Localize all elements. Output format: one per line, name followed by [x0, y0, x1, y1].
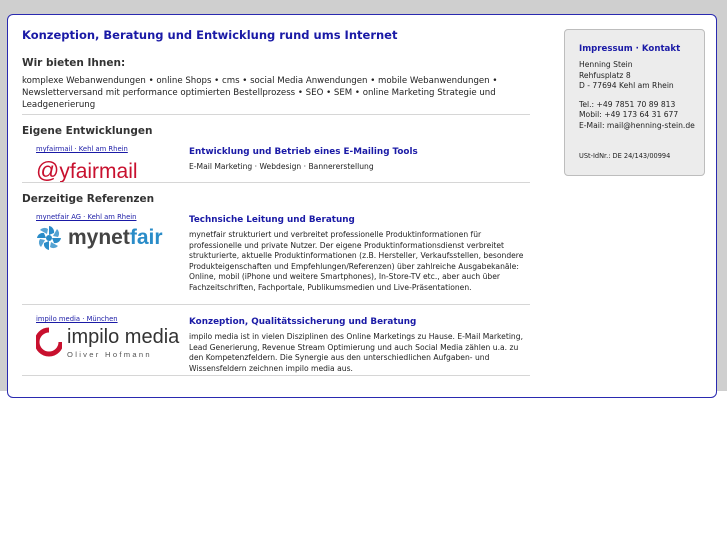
references-heading: Derzeitige Referenzen — [22, 193, 155, 205]
impilo-ring-icon — [36, 327, 62, 357]
divider — [22, 114, 530, 115]
entry-myfairmail: myfairmail · Kehl am Rhein @yfairmail En… — [22, 145, 530, 185]
content-card: Konzeption, Beratung und Entwicklung run… — [7, 14, 717, 398]
divider — [22, 304, 530, 305]
offer-heading: Wir bieten Ihnen: — [22, 57, 126, 69]
myfairmail-logo[interactable]: @yfairmail — [36, 157, 138, 184]
contact-details: Henning Stein Rehfusplatz 8 D - 77694 Ke… — [579, 60, 701, 132]
contact-sidebar: Impressum · Kontakt Henning Stein Rehfus… — [564, 29, 705, 176]
impilo-media-logo[interactable]: impilo media Oliver Hofmann — [36, 327, 179, 359]
entry-description: mynetfair strukturiert und verbreitet pr… — [189, 230, 524, 292]
own-developments-heading: Eigene Entwicklungen — [22, 125, 153, 137]
mynetfair-logo[interactable]: mynetfair — [36, 225, 163, 251]
contact-city: D - 77694 Kehl am Rhein — [579, 81, 674, 91]
contact-email[interactable]: E-Mail: mail@henning-stein.de — [579, 121, 701, 132]
contact-phone: Tel.: +49 7851 70 89 813 — [579, 99, 676, 109]
entry-title: Konzeption, Qualitätssicherung und Berat… — [189, 317, 417, 327]
offer-text: komplexe Webanwendungen • online Shops •… — [22, 76, 498, 110]
entry-description: impilo media ist in vielen Disziplinen d… — [189, 332, 523, 373]
vat-id: USt-IdNr.: DE 24/143/00994 — [579, 152, 671, 160]
divider — [22, 182, 530, 183]
imprint-contact-title: Impressum · Kontakt — [579, 44, 681, 54]
divider — [22, 375, 530, 376]
contact-mobile: Mobil: +49 173 64 31 677 — [579, 110, 679, 120]
entry-description: E-Mail Marketing · Webdesign · Bannerers… — [189, 162, 374, 171]
entry-source-link[interactable]: mynetfair AG · Kehl am Rhein — [36, 213, 137, 221]
page-title: Konzeption, Beratung und Entwicklung run… — [22, 28, 398, 42]
contact-street: Rehfusplatz 8 — [579, 70, 631, 80]
entry-title: Entwicklung und Betrieb eines E-Mailing … — [189, 147, 418, 157]
contact-name: Henning Stein — [579, 60, 633, 69]
entry-source-link[interactable]: impilo media · München — [36, 315, 118, 323]
entry-source-link[interactable]: myfairmail · Kehl am Rhein — [36, 145, 128, 153]
entry-title: Technsiche Leitung und Beratung — [189, 215, 355, 225]
swirl-icon — [37, 226, 61, 250]
entry-mynetfair: mynetfair AG · Kehl am Rhein mynetfair T… — [22, 213, 530, 303]
